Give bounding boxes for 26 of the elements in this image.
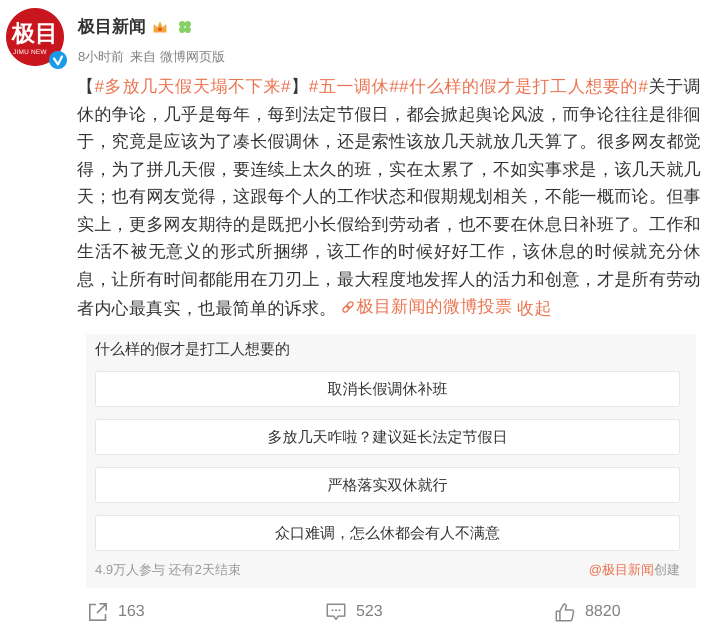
creator-suffix: 创建: [654, 562, 680, 578]
avatar-logo-text: 极目: [12, 21, 58, 47]
comment-icon: [326, 602, 346, 622]
creator-link[interactable]: @极目新闻: [588, 562, 654, 578]
repost-button[interactable]: 163: [88, 600, 145, 624]
thumbs-up-icon: [555, 602, 575, 622]
crown-icon[interactable]: [152, 19, 168, 35]
comment-button[interactable]: 523: [326, 600, 383, 624]
like-button[interactable]: 8820: [555, 600, 621, 624]
post-text: 【#多放几天假天塌不下来#】#五一调休##什么样的假才是打工人想要的#关于调休的争论，几乎是每年，每到法定节假日，都会掀起舆论风波，而争论往往是徘徊于，究竟是应该为了凑长假调休，还是索性该放几天就放几天算了。很多网友都觉得，为了拼几天假，要连续上太久的班，实在太累了，不如实事求是，该几天就几天；也有网友觉得，这跟每个人的工作状态和假期规划相关，不能一概而论。但事实上，更多网友期待的是既把小长假给到劳动者，也不要在休息日补班了。工作和生活不被无意义的形式所捆绑，该工作的时候好好工作，该休息的时候就充分休息，让所有时间都能用在刀刃上，最大程度地发挥人的活力和创意，才是所有劳动者内心最真实，也最简单的诉求。 极目新闻的微博投票 收起: [77, 73, 701, 322]
poll-link[interactable]: 极目新闻的微博投票: [340, 293, 512, 320]
post-source: 来自 微博网页版: [130, 48, 225, 66]
collapse-link[interactable]: 收起: [517, 298, 552, 318]
author-name-link[interactable]: 极目新闻: [78, 16, 146, 38]
poll-option[interactable]: 取消长假调休补班: [95, 371, 680, 408]
share-icon: [88, 602, 108, 622]
hashtag-link[interactable]: #五一调休#: [308, 77, 400, 96]
poll-option[interactable]: 众口难调，怎么休都会有人不满意: [95, 515, 680, 552]
post-time-link[interactable]: 8小时前: [78, 48, 124, 66]
poll-stats: 4.9万人参与 还有2天结束: [95, 561, 241, 580]
link-icon: [340, 300, 354, 314]
poll-option[interactable]: 严格落实双休就行: [95, 467, 680, 504]
poll-question: 什么样的假才是打工人想要的: [95, 340, 291, 360]
hashtag-link[interactable]: #多放几天假天塌不下来#: [94, 77, 291, 96]
poll-option[interactable]: 多放几天咋啦？建议延长法定节假日: [95, 419, 680, 456]
hashtag-link[interactable]: #什么样的假才是打工人想要的#: [399, 77, 648, 96]
